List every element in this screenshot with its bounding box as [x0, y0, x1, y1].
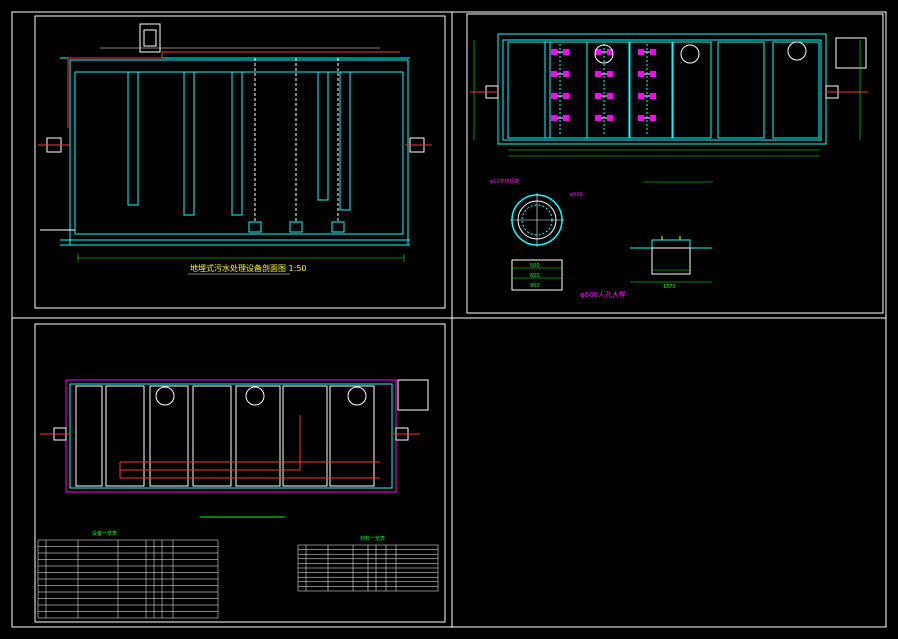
diffuser-block — [638, 93, 644, 99]
plan-compartment — [507, 41, 551, 139]
piping-compartment — [105, 385, 145, 487]
cad-drawing-canvas: 地埋式污水处理设备剖面图 1:50 500 600 900 φ10不锈钢筋 φ6… — [11, 11, 887, 628]
diffuser-block — [595, 71, 601, 77]
piping-compartment — [149, 385, 189, 487]
diffuser-block — [563, 93, 569, 99]
plan-manholes — [594, 41, 807, 64]
plan-compartment — [672, 41, 712, 139]
plan-compartment — [629, 41, 673, 139]
piping-compartments — [75, 385, 375, 487]
baffle-wall — [127, 71, 139, 206]
diffuser-block — [650, 93, 656, 99]
piping-side-pipes — [40, 379, 429, 441]
section-title: 地埋式污水处理设备剖面图 1:50 — [190, 263, 307, 273]
diffuser-block — [607, 93, 613, 99]
diffuser-block — [595, 93, 601, 99]
diffuser-block — [551, 93, 557, 99]
plan-compartments — [507, 41, 820, 139]
air-distribution-pipes — [119, 415, 380, 479]
outer-border — [11, 11, 887, 628]
plan-compartment — [544, 41, 588, 139]
baffle-walls — [127, 58, 351, 233]
diffuser-block — [607, 71, 613, 77]
diffuser-block — [595, 115, 601, 121]
diffuser-block — [551, 71, 557, 77]
manhole-label-b: φ600 — [570, 192, 583, 198]
material-table-title: 材料一览表 — [360, 535, 385, 542]
diffuser-head — [289, 221, 303, 233]
diffuser-block — [563, 71, 569, 77]
plan-outline — [497, 33, 827, 145]
diffuser-head — [248, 221, 262, 233]
diffuser-block — [563, 115, 569, 121]
manhole-section-detail — [630, 236, 712, 283]
baffle-wall — [339, 71, 351, 211]
diffuser-block — [551, 115, 557, 121]
manhole-title: φ600人孔大样 — [580, 290, 626, 299]
diffuser-block — [650, 71, 656, 77]
diffuser-block — [638, 49, 644, 55]
manhole-plan-detail — [510, 193, 564, 247]
material-table: 材料一览表 — [297, 535, 439, 592]
diffuser-array — [551, 44, 656, 136]
dim-600: 600 — [530, 273, 540, 279]
sheet3-piping-plan: 设备一览表 材料一览表 — [37, 379, 439, 619]
equipment-table: 设备一览表 — [37, 530, 219, 619]
piping-compartment — [282, 385, 328, 487]
diffuser-block — [650, 49, 656, 55]
diffuser-block — [638, 71, 644, 77]
dim-1070: 1070 — [663, 284, 676, 290]
bottom-dimension — [77, 254, 405, 262]
plan-side-pipes — [470, 37, 868, 99]
diffuser-block — [607, 115, 613, 121]
diffuser-block — [563, 49, 569, 55]
piping-compartment — [235, 385, 281, 487]
drawing-frames — [11, 11, 887, 628]
dim-500: 500 — [530, 263, 540, 269]
diffuser-head — [331, 221, 345, 233]
inlet-pipe — [38, 137, 75, 231]
diffuser-block — [638, 115, 644, 121]
piping-compartment — [192, 385, 232, 487]
baffle-wall — [183, 71, 195, 216]
manhole-label-a: φ10不锈钢筋 — [490, 178, 520, 185]
piping-compartment — [75, 385, 103, 487]
plan-compartment — [772, 41, 820, 139]
tank-section-outline — [60, 57, 410, 246]
piping-compartment — [329, 385, 375, 487]
outlet-pipe — [405, 137, 432, 153]
sheet1-section-view: 地埋式污水处理设备剖面图 1:50 — [38, 23, 432, 275]
diffuser-block — [650, 115, 656, 121]
sheet2-plan-view: 500 600 900 φ10不锈钢筋 φ600 1070 φ600人孔大样 — [470, 33, 868, 299]
dim-900: 900 — [530, 283, 540, 289]
plan-compartment — [717, 41, 765, 139]
diffuser-block — [551, 49, 557, 55]
plan-compartment — [586, 41, 630, 139]
baffle-wall — [317, 71, 329, 201]
equipment-table-title: 设备一览表 — [92, 530, 117, 537]
plan-dimensions — [473, 40, 861, 183]
baffle-wall — [231, 71, 243, 216]
